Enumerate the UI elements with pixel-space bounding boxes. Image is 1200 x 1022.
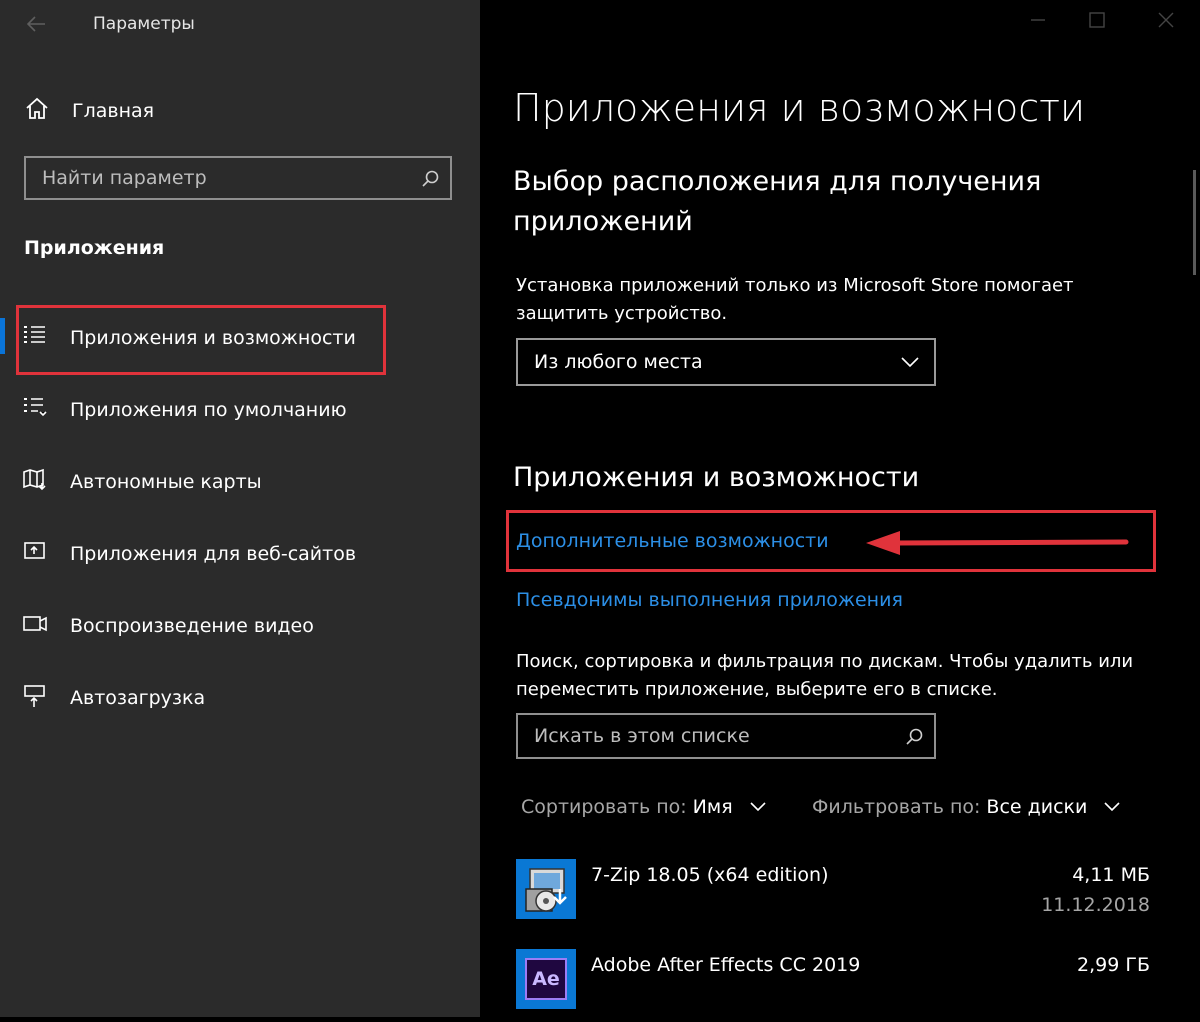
sidebar-item-label: Воспроизведение видео xyxy=(70,615,314,637)
sort-label: Сортировать по: xyxy=(521,796,687,818)
selected-indicator xyxy=(0,318,5,354)
search-icon[interactable] xyxy=(420,169,440,193)
sidebar-item-offline-maps[interactable]: Автономные карты xyxy=(22,462,262,502)
section-title: Приложения xyxy=(24,237,165,259)
sort-value: Имя xyxy=(692,796,733,818)
list-item[interactable]: Ae Adobe After Effects CC 2019 2,99 ГБ xyxy=(516,949,1150,1022)
chevron-down-icon xyxy=(749,796,767,818)
apps-section-description: Поиск, сортировка и фильтрация по дискам… xyxy=(516,651,1134,700)
sort-dropdown[interactable]: Сортировать по: Имя xyxy=(521,796,767,818)
minimize-icon[interactable] xyxy=(1028,10,1048,35)
sidebar-item-label: Автозагрузка xyxy=(70,687,206,709)
maximize-icon[interactable] xyxy=(1087,10,1107,35)
app-execution-aliases-link[interactable]: Псевдонимы выполнения приложения xyxy=(516,589,903,611)
filter-dropdown[interactable]: Фильтровать по: Все диски xyxy=(812,796,1121,818)
apps-search-input[interactable]: Искать в этом списке xyxy=(516,713,936,759)
sidebar-item-apps-for-websites[interactable]: Приложения для веб-сайтов xyxy=(22,534,356,574)
home-icon xyxy=(24,96,50,126)
search-icon[interactable] xyxy=(904,727,924,751)
app-date: 11.12.2018 xyxy=(1041,894,1150,916)
filter-label: Фильтровать по: xyxy=(812,796,981,818)
chevron-down-icon xyxy=(900,354,920,373)
startup-icon xyxy=(22,683,48,713)
apps-features-icon xyxy=(22,323,48,353)
sidebar-item-apps-features[interactable]: Приложения и возможности xyxy=(22,318,356,358)
app-size: 4,11 МБ xyxy=(1072,864,1150,886)
app-name: 7-Zip 18.05 (x64 edition) xyxy=(591,864,829,886)
install-section-description: Установка приложений только из Microsoft… xyxy=(516,275,1074,324)
search-placeholder: Найти параметр xyxy=(42,167,207,189)
install-section-heading: Выбор расположения для получения приложе… xyxy=(513,166,1042,237)
ae-logo-text: Ae xyxy=(525,958,567,1000)
chevron-down-icon xyxy=(1103,796,1121,818)
scrollbar[interactable] xyxy=(1193,170,1196,275)
page-title: Приложения и возможности xyxy=(513,86,1086,130)
window-title: Параметры xyxy=(93,14,195,34)
search-placeholder: Искать в этом списке xyxy=(534,725,750,747)
nav-home[interactable]: Главная xyxy=(24,96,154,126)
7zip-app-icon xyxy=(516,859,576,923)
sidebar-item-default-apps[interactable]: Приложения по умолчанию xyxy=(22,390,347,430)
list-item[interactable]: 7-Zip 18.05 (x64 edition) 4,11 МБ 11.12.… xyxy=(516,859,1150,932)
apps-section-heading: Приложения и возможности xyxy=(513,462,920,493)
after-effects-app-icon: Ae xyxy=(516,949,576,1009)
sidebar-item-startup[interactable]: Автозагрузка xyxy=(22,678,205,718)
app-name: Adobe After Effects CC 2019 xyxy=(591,954,861,976)
back-arrow-icon[interactable] xyxy=(24,12,48,36)
dropdown-value: Из любого места xyxy=(534,351,703,373)
offline-maps-icon xyxy=(22,467,48,497)
sidebar: Параметры Главная Найти параметр Приложе… xyxy=(0,0,480,1017)
sidebar-item-label: Приложения для веб-сайтов xyxy=(70,543,357,565)
sidebar-item-label: Приложения и возможности xyxy=(70,327,356,349)
settings-search-input[interactable]: Найти параметр xyxy=(24,156,452,200)
filter-value: Все диски xyxy=(986,796,1088,818)
sidebar-item-label: Приложения по умолчанию xyxy=(70,399,347,421)
sidebar-item-label: Автономные карты xyxy=(70,471,262,493)
sidebar-item-video-playback[interactable]: Воспроизведение видео xyxy=(22,606,314,646)
close-icon[interactable] xyxy=(1156,10,1176,35)
home-label: Главная xyxy=(72,100,155,122)
optional-features-link[interactable]: Дополнительные возможности xyxy=(516,530,829,552)
app-size: 2,99 ГБ xyxy=(1077,954,1150,976)
apps-for-websites-icon xyxy=(22,539,48,569)
red-arrow-icon xyxy=(864,528,1132,562)
default-apps-icon xyxy=(22,395,48,425)
install-source-dropdown[interactable]: Из любого места xyxy=(516,338,936,386)
video-playback-icon xyxy=(22,611,48,641)
